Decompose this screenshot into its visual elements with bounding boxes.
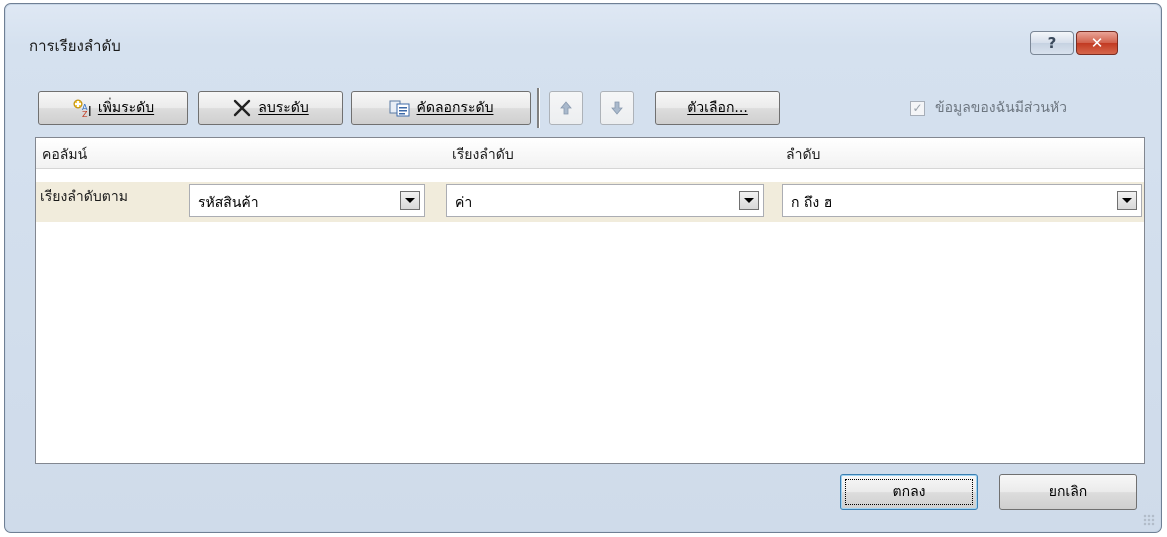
sort-dialog: การเรียงลำดับ ? ✕ A Z เพิ่มระดับ ลบระดับ…	[4, 3, 1162, 533]
delete-level-label: ลบระดับ	[258, 100, 309, 116]
headers-checkbox[interactable]: ✓	[910, 100, 925, 116]
headers-checkbox-group[interactable]: ✓ ข้อมูลของฉันมีส่วนหัว	[910, 97, 1067, 119]
delete-level-button[interactable]: ลบระดับ	[198, 91, 343, 125]
move-down-button[interactable]	[600, 91, 634, 125]
sort-levels-grid: คอลัมน์ เรียงลำดับ ลำดับ เรียงลำดับตาม ร…	[35, 137, 1145, 464]
checkmark-icon: ✓	[912, 101, 923, 115]
grid-header: คอลัมน์ เรียงลำดับ ลำดับ	[36, 138, 1144, 169]
chevron-down-icon	[744, 198, 754, 203]
column-header-sort-on: เรียงลำดับ	[452, 147, 514, 163]
copy-level-label: คัดลอกระดับ	[416, 100, 494, 116]
sort-by-label: เรียงลำดับตาม	[40, 189, 128, 205]
help-icon: ?	[1047, 34, 1057, 52]
options-label: ตัวเลือก...	[687, 100, 748, 116]
copy-icon	[389, 99, 411, 117]
cancel-button[interactable]: ยกเลิก	[999, 474, 1137, 510]
ok-label: ตกลง	[892, 484, 926, 500]
close-button[interactable]: ✕	[1076, 31, 1118, 55]
headers-checkbox-label: ข้อมูลของฉันมีส่วนหัว	[935, 100, 1068, 116]
options-button[interactable]: ตัวเลือก...	[655, 91, 780, 125]
ok-button[interactable]: ตกลง	[840, 474, 978, 510]
cancel-label: ยกเลิก	[1048, 484, 1088, 500]
sort-on-dropdown-button[interactable]	[739, 191, 759, 210]
column-header-order: ลำดับ	[786, 147, 821, 163]
arrow-down-icon	[611, 101, 623, 115]
add-level-button[interactable]: A Z เพิ่มระดับ	[38, 91, 188, 125]
delete-icon	[232, 98, 252, 118]
move-up-button[interactable]	[549, 91, 583, 125]
column-combobox-value: รหัสสินค้า	[198, 195, 259, 211]
close-icon: ✕	[1090, 34, 1104, 52]
help-button[interactable]: ?	[1030, 31, 1074, 55]
column-dropdown-button[interactable]	[400, 191, 420, 210]
column-header-column: คอลัมน์	[42, 147, 88, 163]
order-combobox[interactable]: ก ถึง ฮ	[782, 184, 1142, 217]
column-combobox[interactable]: รหัสสินค้า	[189, 184, 425, 217]
resize-grip[interactable]	[1143, 514, 1155, 526]
copy-level-button[interactable]: คัดลอกระดับ	[351, 91, 531, 125]
toolbar-separator	[537, 88, 540, 128]
dialog-title: การเรียงลำดับ	[29, 37, 121, 55]
chevron-down-icon	[1122, 198, 1132, 203]
desktop-background: การเรียงลำดับ ? ✕ A Z เพิ่มระดับ ลบระดับ…	[0, 0, 1167, 537]
add-level-icon: A Z	[72, 98, 92, 118]
chevron-down-icon	[405, 198, 415, 203]
sort-on-combobox[interactable]: ค่า	[446, 184, 764, 217]
order-combobox-value: ก ถึง ฮ	[791, 195, 833, 211]
svg-text:Z: Z	[82, 110, 88, 118]
arrow-up-icon	[560, 101, 572, 115]
add-level-label: เพิ่มระดับ	[97, 100, 155, 116]
title-bar: การเรียงลำดับ ? ✕	[5, 4, 1161, 84]
order-dropdown-button[interactable]	[1117, 191, 1137, 210]
sort-on-combobox-value: ค่า	[455, 195, 473, 211]
sort-level-row[interactable]: เรียงลำดับตาม รหัสสินค้า ค่า ก ถึง ฮ	[36, 182, 1144, 222]
